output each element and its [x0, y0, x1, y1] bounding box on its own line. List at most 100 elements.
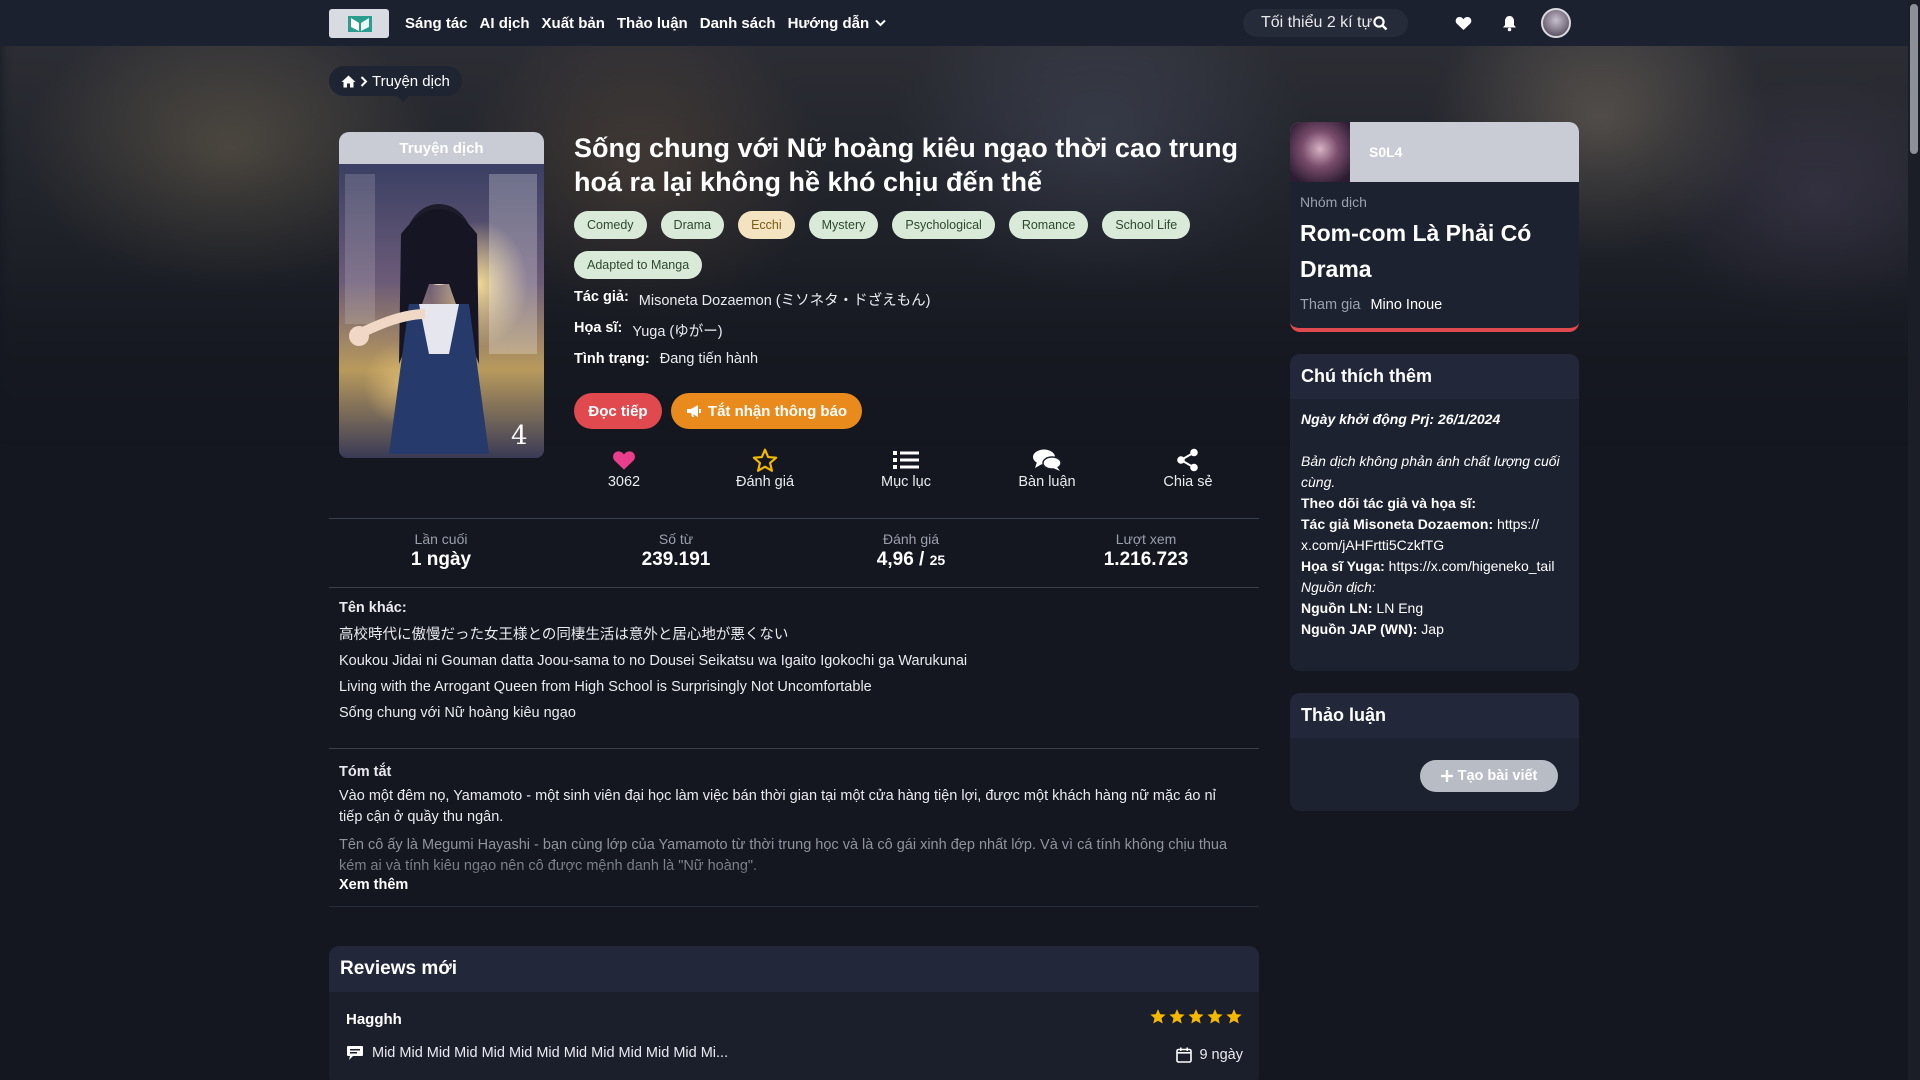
- notification-bell-icon[interactable]: [1499, 13, 1519, 33]
- alternative-titles-heading: Tên khác:: [339, 600, 407, 616]
- stats-bar: Lần cuối 1 ngày Số từ 239.191 Đánh giá 4…: [329, 518, 1259, 588]
- nav-item-thao-luan[interactable]: Thảo luận: [617, 15, 688, 32]
- nav-item-huong-dan[interactable]: Hướng dẫn: [788, 15, 887, 32]
- breadcrumb[interactable]: Truyện dịch: [329, 66, 462, 96]
- group-avatar: [1290, 122, 1350, 182]
- page-scrollbar[interactable]: [1908, 0, 1920, 1080]
- nav-item-ai-dich[interactable]: AI dịch: [480, 15, 530, 32]
- alternative-title: Living with the Arrogant Queen from High…: [339, 679, 872, 695]
- see-more-link[interactable]: Xem thêm: [339, 877, 408, 893]
- nav-item-xuat-ban[interactable]: Xuất bản: [542, 15, 605, 32]
- artist-label: Họa sĩ:: [574, 320, 623, 336]
- artist-link[interactable]: https://x.com/higeneko_tail: [1389, 558, 1555, 574]
- stat-value: 1.216.723: [1103, 549, 1189, 570]
- rate-action[interactable]: Đánh giá: [715, 446, 815, 490]
- nav-item-huong-dan-label: Hướng dẫn: [787, 14, 870, 32]
- section-divider: [329, 748, 1259, 749]
- discussion-heading: Thảo luận: [1290, 693, 1579, 738]
- favorites-heart-icon[interactable]: [1453, 13, 1473, 33]
- author-label: Tác giả:: [574, 289, 629, 305]
- star-filled-icon: [1226, 1009, 1242, 1024]
- comments-label: Bàn luận: [1018, 474, 1076, 490]
- star-filled-icon: [1207, 1009, 1223, 1024]
- create-post-label: Tạo bài viết: [1457, 768, 1538, 784]
- search-icon[interactable]: [1373, 15, 1388, 31]
- group-members-row: Tham gia Mino Inoue: [1300, 297, 1442, 313]
- summary-paragraph: Vào một đêm nọ, Yamamoto - một sinh viên…: [339, 788, 1216, 825]
- heart-icon: [613, 450, 635, 470]
- stat-rating: Đánh giá 4,96 / 25: [811, 531, 1011, 571]
- novel-title: Sống chung với Nữ hoàng kiêu ngạo thời c…: [574, 133, 1238, 197]
- rating-score: 4,96 /: [876, 549, 930, 570]
- toc-action[interactable]: Mục lục: [856, 446, 956, 490]
- comment-icon: [347, 1046, 363, 1060]
- cover-card: Truyện dịch 4: [339, 132, 544, 458]
- review-time: 9 ngày: [1176, 1047, 1243, 1063]
- genre-tag[interactable]: Comedy: [574, 211, 647, 239]
- nav-item-sang-tac[interactable]: Sáng tác: [405, 15, 468, 32]
- review-username[interactable]: Hagghh: [346, 1011, 402, 1028]
- source-heading: Nguồn dịch:: [1301, 579, 1376, 595]
- stat-label: Lượt xem: [1115, 531, 1177, 547]
- star-filled-icon: [1188, 1009, 1204, 1024]
- nav-item-danh-sach[interactable]: Danh sách: [700, 15, 776, 32]
- cover-type-badge: Truyện dịch: [339, 132, 544, 171]
- megaphone-icon: [686, 405, 701, 417]
- reviews-panel: Reviews mới Hagghh Mid Mid Mid Mid Mid M…: [329, 946, 1259, 1080]
- comments-action[interactable]: Bàn luận: [997, 446, 1097, 490]
- toc-label: Mục lục: [881, 474, 931, 490]
- group-label: Nhóm dịch: [1300, 194, 1367, 210]
- author-row: Tác giả: Misoneta Dozaemon (ミソネタ・ドざえもん): [574, 289, 1174, 310]
- stat-word-count: Số từ 239.191: [576, 531, 776, 571]
- ln-source-value: LN Eng: [1376, 600, 1424, 616]
- genre-tag[interactable]: Adapted to Manga: [574, 251, 703, 279]
- status-value: Đang tiến hành: [659, 351, 759, 367]
- nav-menu: Sáng tác AI dịch Xuất bản Thảo luận Danh…: [405, 0, 886, 46]
- genre-tag[interactable]: Romance: [1008, 211, 1089, 239]
- wn-source-label: Nguồn JAP (WN):: [1301, 621, 1418, 637]
- site-logo[interactable]: [329, 9, 389, 38]
- genre-tag[interactable]: Psychological: [892, 211, 995, 239]
- translation-group-card[interactable]: S0L4 Nhóm dịch Rom-com Là Phải Có Drama …: [1290, 122, 1579, 332]
- follow-heading: Theo dõi tác giả và họa sĩ:: [1301, 495, 1477, 511]
- stat-last-update: Lần cuối 1 ngày: [341, 531, 541, 571]
- review-rating-stars: [1149, 1008, 1243, 1025]
- review-snippet[interactable]: Mid Mid Mid Mid Mid Mid Mid Mid Mid Mid …: [346, 1045, 728, 1061]
- search-box: [1243, 9, 1408, 37]
- stat-label: Đánh giá: [882, 531, 940, 547]
- like-action[interactable]: 3062: [574, 446, 674, 490]
- translation-disclaimer: Bản dịch không phản ánh chất lượng cuối …: [1301, 453, 1560, 490]
- user-avatar[interactable]: [1541, 8, 1571, 38]
- genre-tags: Comedy Drama Ecchi Mystery Psychological…: [574, 211, 1234, 279]
- discussion-card: Thảo luận Tạo bài viết: [1290, 693, 1579, 811]
- alternative-titles: Tên khác: 高校時代に傲慢だった女王様との同棲生活は意外と居心地が悪くな…: [339, 600, 1239, 726]
- genre-tag[interactable]: Drama: [660, 211, 725, 239]
- author-name[interactable]: Misoneta Dozaemon (ミソネタ・ドざえもん): [639, 289, 931, 310]
- cover-image[interactable]: 4: [339, 164, 544, 458]
- toggle-notification-button[interactable]: Tắt nhận thông báo: [671, 393, 862, 429]
- artist-name[interactable]: Yuga (ゆがー): [632, 320, 722, 341]
- share-action[interactable]: Chia sẻ: [1138, 446, 1238, 490]
- chevron-down-icon: [875, 19, 886, 27]
- cover-illustration: 4: [345, 174, 537, 454]
- group-member-name[interactable]: Mino Inoue: [1370, 297, 1442, 313]
- like-count: 3062: [607, 474, 641, 490]
- artist-row: Họa sĩ: Yuga (ゆがー): [574, 320, 1174, 341]
- group-short-name: S0L4: [1369, 144, 1403, 160]
- genre-tag[interactable]: School Life: [1102, 211, 1191, 239]
- star-outline-icon: [752, 448, 778, 472]
- group-name[interactable]: Rom-com Là Phải Có Drama: [1300, 215, 1570, 287]
- genre-tag[interactable]: Ecchi: [738, 211, 795, 239]
- action-bar: 3062 Đánh giá Mục lục Bàn luận Chia sẻ: [574, 446, 1254, 496]
- share-label: Chia sẻ: [1163, 474, 1213, 490]
- scrollbar-thumb[interactable]: [1910, 4, 1918, 154]
- comments-icon: [1033, 449, 1062, 471]
- calendar-icon: [1176, 1047, 1193, 1063]
- author-link-label: Tác giả Misoneta Dozaemon:: [1301, 516, 1494, 532]
- continue-reading-button[interactable]: Đọc tiếp: [574, 393, 662, 429]
- search-input[interactable]: [1243, 14, 1373, 32]
- stat-views: Lượt xem 1.216.723: [1046, 531, 1246, 571]
- create-post-button[interactable]: Tạo bài viết: [1420, 760, 1558, 792]
- group-join-label: Tham gia: [1300, 297, 1361, 313]
- genre-tag[interactable]: Mystery: [808, 211, 879, 239]
